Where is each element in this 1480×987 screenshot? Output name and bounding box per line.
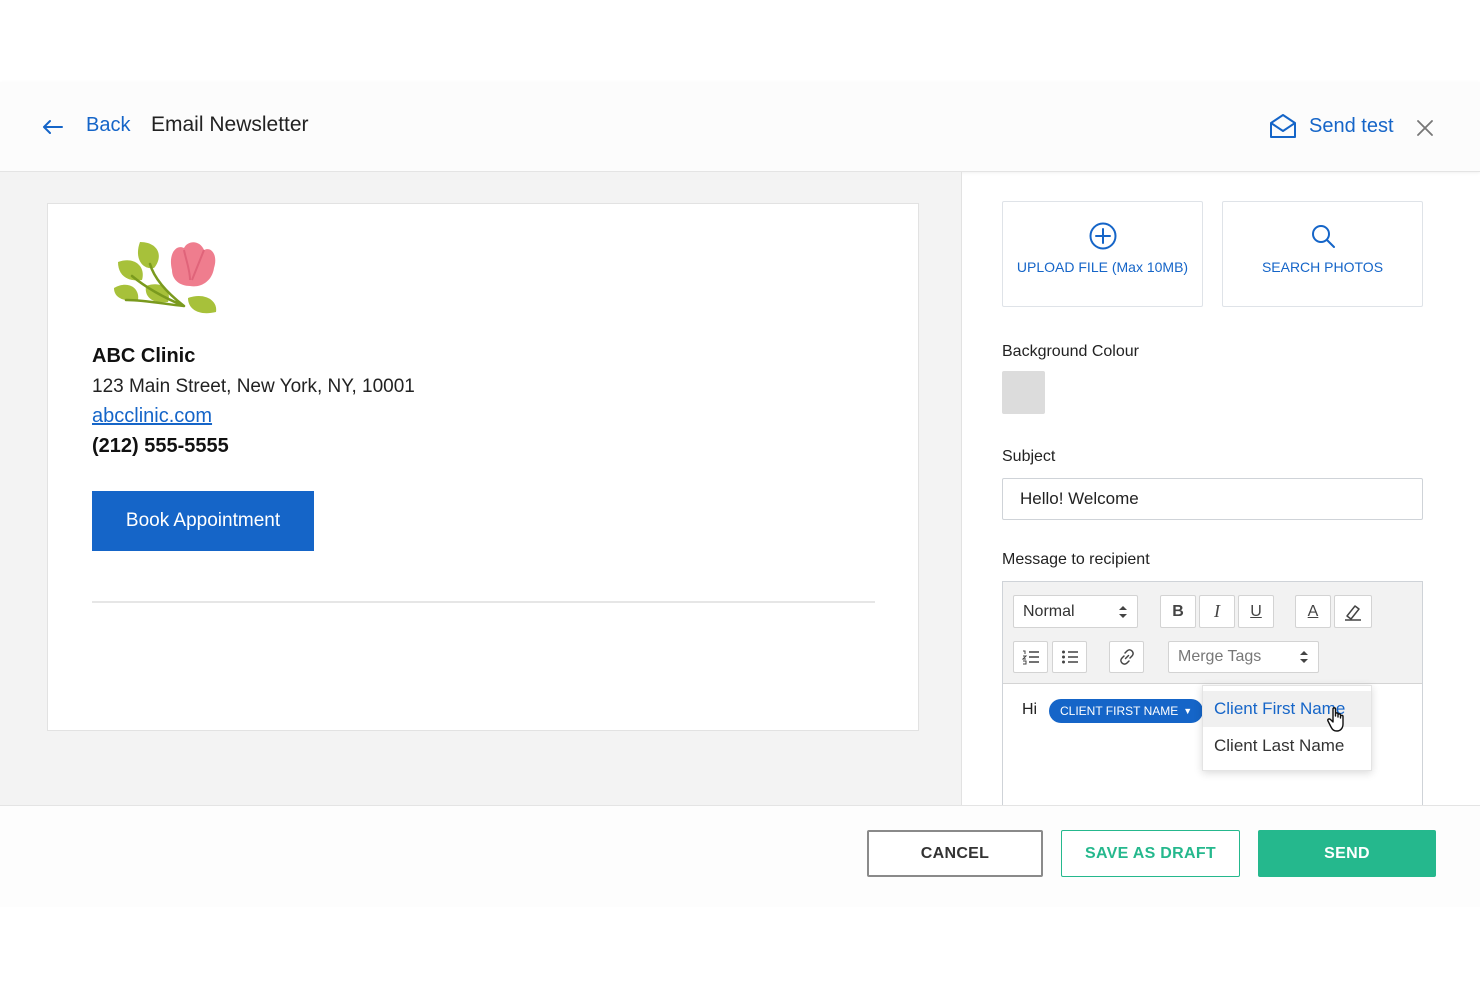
merge-tags-select[interactable]: Merge Tags [1168,641,1319,673]
message-label: Message to recipient [1002,551,1150,568]
updown-icon [1300,651,1308,663]
send-test-label: Send test [1309,114,1394,137]
highlighter-icon [1345,604,1361,621]
clinic-phone: (212) 555-5555 [92,435,229,457]
subject-input[interactable]: Hello! Welcome [1002,478,1423,520]
plus-circle-icon [1089,222,1116,250]
underline-button[interactable]: U [1238,595,1274,628]
editor-toolbar: Normal B I U A Merge Tags [1003,582,1422,684]
cancel-button[interactable]: CANCEL [867,830,1043,877]
card-divider [92,601,875,603]
search-photos-button[interactable]: SEARCH PHOTOS [1222,201,1423,307]
search-icon [1311,225,1335,248]
highlight-button[interactable] [1334,595,1372,628]
updown-icon [1119,605,1127,618]
background-colour-swatch[interactable] [1002,371,1045,414]
format-select-value: Normal [1023,602,1075,620]
envelope-icon [1270,114,1296,138]
message-text: Hi [1022,701,1038,718]
text-color-icon: A [1307,602,1319,620]
background-colour-label: Background Colour [1002,343,1139,360]
client-first-name-tag[interactable]: CLIENT FIRST NAME ▼ [1049,699,1204,723]
italic-button[interactable]: I [1199,595,1235,628]
back-link[interactable]: Back [86,114,130,137]
ordered-list-button[interactable] [1013,641,1048,673]
upload-file-button[interactable]: UPLOAD FILE (Max 10MB) [1002,201,1203,307]
merge-pill-label: CLIENT FIRST NAME [1060,704,1179,718]
clinic-address: 123 Main Street, New York, NY, 10001 [92,376,415,397]
hand-cursor-icon [1327,707,1344,732]
back-arrow-icon[interactable] [40,116,64,138]
dropdown-option-client-last-name[interactable]: Client Last Name [1203,728,1371,764]
page-title: Email Newsletter [151,113,309,136]
bullet-list-icon [1061,650,1078,664]
format-select[interactable]: Normal [1013,595,1138,628]
clinic-website-link[interactable]: abcclinic.com [92,405,212,428]
close-icon[interactable] [1414,117,1436,139]
ordered-list-icon [1021,650,1039,665]
link-icon [1119,649,1134,665]
clinic-name: ABC Clinic [92,345,196,367]
upload-file-label: UPLOAD FILE (Max 10MB) [1016,259,1189,275]
caret-down-icon: ▼ [1183,706,1193,716]
search-photos-label: SEARCH PHOTOS [1261,259,1384,275]
merge-tags-select-value: Merge Tags [1178,648,1262,665]
save-as-draft-button[interactable]: SAVE AS DRAFT [1061,830,1240,877]
italic-icon: I [1214,601,1220,621]
link-button[interactable] [1109,641,1144,673]
underline-icon: U [1250,602,1262,620]
text-color-button[interactable]: A [1295,595,1331,628]
bullet-list-button[interactable] [1052,641,1087,673]
bold-icon: B [1172,602,1184,620]
bold-button[interactable]: B [1160,595,1196,628]
clinic-logo [114,242,217,314]
subject-label: Subject [1002,448,1056,465]
book-appointment-button[interactable]: Book Appointment [92,491,314,551]
send-button[interactable]: SEND [1258,830,1436,877]
send-test-button[interactable]: Send test [1268,112,1394,140]
